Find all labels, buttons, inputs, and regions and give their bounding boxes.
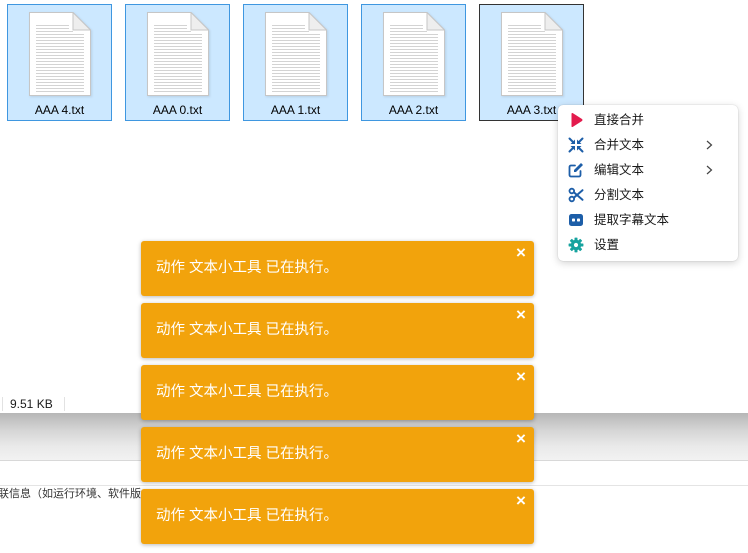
text-file-icon [501,12,563,96]
menu-item-label: 合并文本 [594,138,645,152]
toast-notification[interactable]: 动作 文本小工具 已在执行。 × [141,427,534,482]
status-separator [2,397,3,411]
text-file-icon [29,12,91,96]
file-item[interactable]: AAA 2.txt [361,4,466,121]
play-icon [571,112,583,128]
status-separator [64,397,65,411]
compress-arrows-icon [568,137,584,153]
menu-item-label: 编辑文本 [594,163,645,177]
menu-item-label: 提取字幕文本 [594,213,670,227]
close-icon[interactable]: × [514,243,528,263]
file-name: AAA 2.txt [388,103,439,117]
menu-item-label: 直接合并 [594,113,645,127]
menu-item-extract-subtitle-text[interactable]: 提取字幕文本 [558,208,738,233]
edit-icon [568,163,583,178]
menu-item-split-text[interactable]: 分割文本 [558,183,738,208]
context-menu: 直接合并 合并文本 编辑文本 分割文本 提取字幕文本 设置 [558,105,738,261]
file-name: AAA 1.txt [270,103,321,117]
menu-item-direct-merge[interactable]: 直接合并 [558,108,738,133]
file-item[interactable]: AAA 4.txt [7,4,112,121]
menu-item-label: 分割文本 [594,188,645,202]
toast-notification[interactable]: 动作 文本小工具 已在执行。 × [141,489,534,544]
chevron-right-icon [706,165,713,175]
scissors-icon [568,187,584,203]
file-name: AAA 0.txt [152,103,203,117]
chevron-right-icon [706,140,713,150]
close-icon[interactable]: × [514,305,528,325]
close-icon[interactable]: × [514,491,528,511]
menu-item-edit-text[interactable]: 编辑文本 [558,158,738,183]
toast-message: 动作 文本小工具 已在执行。 [156,384,339,400]
gear-icon [568,237,584,253]
menu-item-merge-text[interactable]: 合并文本 [558,133,738,158]
status-selection-size: 9.51 KB [10,397,53,411]
close-icon[interactable]: × [514,429,528,449]
text-file-icon [265,12,327,96]
subtitles-icon [569,214,583,226]
menu-item-settings[interactable]: 设置 [558,233,738,258]
menu-item-label: 设置 [594,238,620,252]
toast-message: 动作 文本小工具 已在执行。 [156,260,339,276]
file-name: AAA 4.txt [34,103,85,117]
toast-message: 动作 文本小工具 已在执行。 [156,508,339,524]
toast-message: 动作 文本小工具 已在执行。 [156,446,339,462]
file-item[interactable]: AAA 1.txt [243,4,348,121]
text-file-icon [147,12,209,96]
text-file-icon [383,12,445,96]
close-icon[interactable]: × [514,367,528,387]
details-text: 联信息（如运行环境、软件版 [0,488,141,500]
file-item[interactable]: AAA 3.txt [479,4,584,121]
toast-notification[interactable]: 动作 文本小工具 已在执行。 × [141,241,534,296]
toast-message: 动作 文本小工具 已在执行。 [156,322,339,338]
toast-notification[interactable]: 动作 文本小工具 已在执行。 × [141,303,534,358]
file-item[interactable]: AAA 0.txt [125,4,230,121]
toast-notification[interactable]: 动作 文本小工具 已在执行。 × [141,365,534,420]
